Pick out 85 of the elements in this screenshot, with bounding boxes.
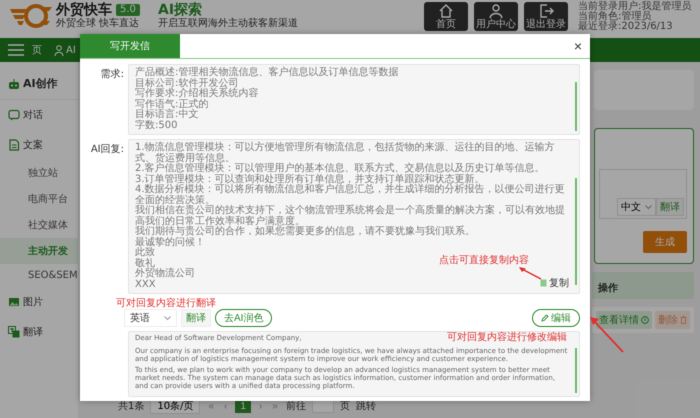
request-text-area[interactable]: 产品概述:管理相关物流信息、客户信息以及订单信息等数据 目标公司:软件开发公司 写作要求:介绍相关系统内容 写作语气:正式的 目标语言:中文 字数:500: [128, 64, 580, 135]
trash-icon: [680, 316, 687, 324]
page-suffix: 页: [340, 400, 350, 413]
home-button[interactable]: 首页: [424, 2, 468, 31]
reply-paragraph: 我们期待与贵公司的合作，如果您需要更多的信息，请不要犹豫与我们联系。: [135, 227, 475, 237]
reply-paragraph: 外贸物流公司: [135, 269, 195, 280]
request-line: 写作语气:正式的: [135, 100, 208, 110]
reply-paragraph: 4.数据分析模块：可以将所有物流信息和客户信息汇总，并生成详细的分析报告，以便公司进行更全面的经营决策。: [135, 185, 566, 206]
annotation-text: 可对回复内容进行翻译: [116, 298, 217, 309]
jump-button[interactable]: 跳转: [356, 399, 376, 413]
text-area[interactable]: 中文 翻译: [599, 169, 687, 219]
menu-icon: [8, 44, 24, 56]
language-select[interactable]: 英语: [124, 309, 177, 327]
chevron-down-icon: [645, 204, 652, 210]
edit-button[interactable]: 编辑: [532, 309, 580, 327]
sidebar-subitem[interactable]: 社交媒体: [0, 212, 78, 238]
sidebar-item[interactable]: 图片: [0, 287, 78, 317]
reply-paragraph: 3.订单管理模块：可以查询和处理所有订单信息，并支持订单跟踪和状态更新。: [135, 174, 485, 184]
version-badge: 5.0: [116, 4, 140, 16]
home-icon: [438, 3, 454, 19]
translate-icon: [8, 326, 20, 338]
scrollbar[interactable]: [575, 348, 577, 393]
sidebar-subitem[interactable]: SEO&SEM: [0, 264, 78, 287]
polish-button[interactable]: 去AI润色: [215, 309, 272, 327]
reply-paragraph: 此致: [135, 248, 155, 258]
page-tab[interactable]: 页: [32, 43, 42, 57]
copy-button[interactable]: 复制: [540, 276, 569, 290]
field-label: 需求:: [100, 68, 125, 81]
pencil-icon: [541, 314, 549, 322]
request-line: 写作要求:介绍相关系统内容: [135, 89, 258, 99]
dialog-tab[interactable]: 写开发信: [80, 34, 180, 58]
user-info-text: 最近登录:2023/6/13: [578, 22, 674, 32]
logout-button[interactable]: 退出登录: [524, 2, 568, 31]
user-icon: [488, 3, 504, 19]
translate-button[interactable]: 翻译: [181, 309, 211, 327]
annotation-text: 可对回复内容进行修改编辑: [447, 333, 567, 343]
sidebar-subitem[interactable]: 主动开发: [0, 238, 78, 264]
image-icon: [8, 296, 20, 308]
translate-button[interactable]: 翻译: [656, 198, 684, 216]
submit-button[interactable]: 生成: [643, 231, 687, 253]
user-info-text: 当前登录用户:我是管理员: [578, 2, 692, 12]
scrollbar[interactable]: [575, 178, 577, 286]
sidebar-subitem[interactable]: 电商平台: [0, 186, 78, 212]
nav-menu-item[interactable]: AI: [54, 44, 76, 56]
chevron-down-icon: [164, 316, 171, 320]
reply-paragraph: 最诚挚的问候！: [135, 238, 205, 248]
sidebar-item[interactable]: 对话: [0, 100, 78, 130]
reply-paragraph: 2.客户信息管理模块：可以管理用户的基本信息、联系方式、交易信息以及历史订单等信息。: [135, 164, 545, 174]
logout-icon: [538, 3, 554, 19]
goto-label: 前往: [286, 400, 306, 413]
reply-text-area[interactable]: [128, 139, 580, 294]
copy-icon: [540, 279, 547, 287]
sidebar-item[interactable]: 翻译: [0, 317, 78, 347]
request-line: 目标语言:中文: [135, 110, 198, 120]
translation-text-area[interactable]: [128, 331, 580, 397]
user-button[interactable]: 用户中心: [474, 2, 518, 31]
person-icon: [54, 44, 64, 56]
document-icon: [8, 139, 20, 151]
language-select[interactable]: 中文: [617, 198, 656, 216]
sidebar-subitem[interactable]: 独立站: [0, 160, 78, 186]
reply-paragraph: XXX: [135, 280, 156, 290]
wing-logo-icon: [8, 2, 52, 28]
total-count: 共1条: [118, 400, 144, 413]
user-info-text: 当前角色:管理员: [578, 12, 652, 22]
field-label: AI回复:: [90, 143, 125, 156]
page-title: AI探索: [158, 2, 204, 18]
view-details-button[interactable]: 查看详情: [596, 311, 652, 329]
sidebar-item[interactable]: AI创作: [0, 68, 78, 100]
page-subtitle: 开启互联网海外主动获客新渠道: [158, 18, 299, 29]
sidebar-item[interactable]: 文案: [0, 130, 78, 160]
scrollbar[interactable]: [575, 82, 577, 131]
reply-paragraph: 敬礼: [135, 258, 155, 268]
close-button[interactable]: ×: [566, 38, 590, 54]
annotation-text: 点击可直接复制内容: [439, 253, 529, 267]
column-header: 操作: [598, 283, 618, 294]
robot-icon: [8, 78, 20, 90]
request-line: 字数:500: [135, 120, 178, 131]
request-line: 目标公司:软件开发公司: [135, 78, 238, 88]
chat-icon: [8, 109, 20, 121]
brand-name: 外贸快车: [56, 2, 112, 18]
reply-paragraph: 我们相信在贵公司的技术支持下，这个物流管理系统将会是一个高质量的解决方案，可以有效地提高我们的日常工作效率和客户满意度。: [135, 206, 566, 226]
request-line: 产品概述:管理相关物流信息、客户信息以及订单信息等数据: [135, 68, 398, 78]
brand-slogan: 外贸全球 快车直达: [56, 18, 140, 29]
reply-paragraph: 1.物流信息管理模块：可以方便地管理所有物流信息，包括货物的来源、运往的目的地、运输方式、货运费用等信息。: [135, 143, 556, 164]
info-circle-icon: [641, 316, 649, 324]
